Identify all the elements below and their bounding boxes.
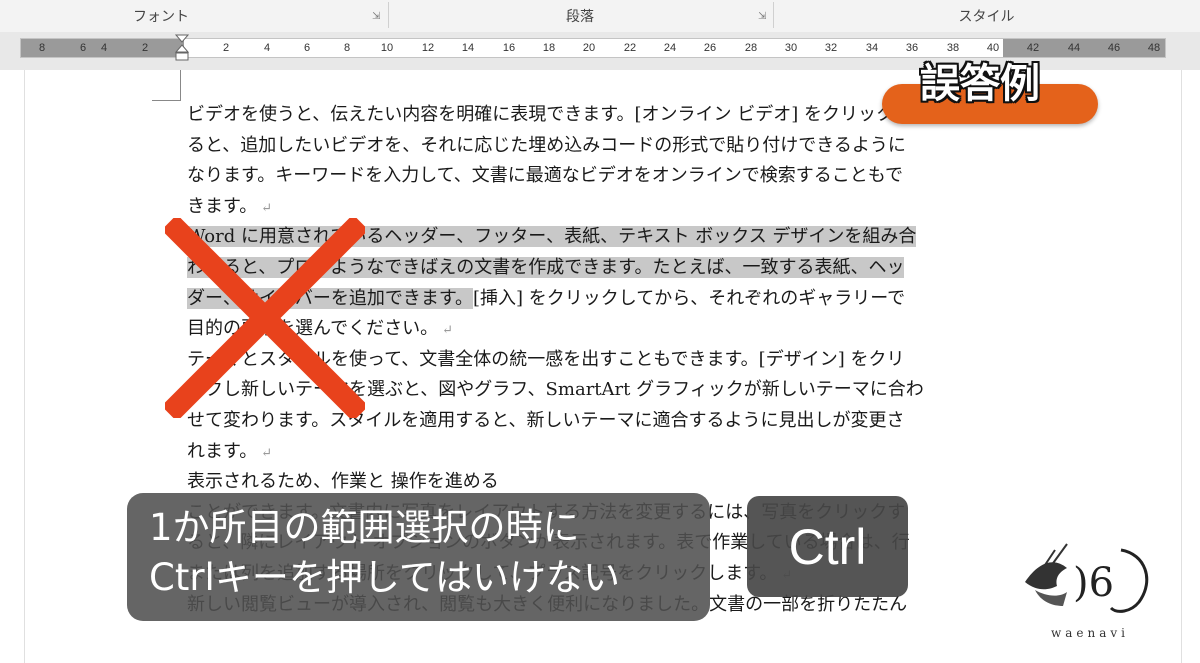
logo-text: waenavi — [1050, 626, 1130, 640]
paragraph-mark-icon: ↵ — [261, 200, 273, 216]
document-line-text: れます。 — [187, 440, 258, 462]
document-line[interactable]: なります。キーワードを入力して、文書に最適なビデオをオンラインで検索することもで — [187, 161, 903, 191]
ruler-tick: 2 — [222, 42, 230, 54]
document-line-text-unselected: [挿入] をクリックしてから、それぞれのギャラリーで — [473, 287, 906, 309]
document-line-text: きます。 — [187, 195, 258, 217]
document-line[interactable]: れます。 ↵ — [187, 437, 272, 467]
ribbon-group-font-label: フォント — [133, 9, 189, 25]
ruler-tick: 10 — [380, 42, 394, 54]
document-line-text: なります。キーワードを入力して、文書に最適なビデオをオンラインで検索することもで — [187, 165, 904, 187]
paragraph-dialog-launcher-icon[interactable]: ⇲ — [758, 11, 766, 22]
document-line-text: ビデオを使うと、伝えたい内容を明確に表現できます。[オンライン ビデオ] をクリ… — [187, 104, 912, 125]
margin-corner-mark — [152, 70, 181, 101]
indent-marker-icon[interactable] — [175, 34, 189, 68]
ruler-tick: 20 — [582, 42, 596, 54]
ctrl-key-label: Ctrl — [788, 518, 867, 575]
document-line[interactable]: ると、追加したいビデオを、それに応じた埋め込みコードの形式で貼り付けできるように — [187, 131, 906, 161]
caption-box: 1か所目の範囲選択の時に Ctrlキーを押してはいけない — [127, 493, 710, 621]
wrong-example-tag: 誤答例 — [920, 61, 1040, 107]
ruler-tick: 48 — [1147, 42, 1161, 54]
cross-mark-icon — [165, 218, 365, 418]
ruler-tick: 8 — [38, 42, 46, 54]
ruler-tick: 26 — [703, 42, 717, 54]
ruler-tick: 16 — [502, 42, 516, 54]
ruler-tick: 24 — [663, 42, 677, 54]
paragraph-mark-icon: ↵ — [261, 445, 273, 461]
document-line-text: ると、追加したいビデオを、それに応じた埋め込みコードの形式で貼り付けできるように — [187, 134, 906, 156]
font-dialog-launcher-icon[interactable]: ⇲ — [372, 11, 380, 22]
paragraph-mark-icon: ↵ — [442, 323, 454, 339]
ruler-tick: 18 — [542, 42, 556, 54]
ruler-tick: 4 — [263, 42, 271, 54]
ruler-tick: 2 — [141, 42, 149, 54]
ruler-tick: 12 — [421, 42, 435, 54]
waenavi-logo-icon: )6 — [1025, 543, 1149, 613]
ribbon-group-styles-label: スタイル — [958, 9, 1015, 25]
document-line-text: 表示されるため、作業と 操作を進める — [187, 471, 499, 493]
ruler-tick: 46 — [1107, 42, 1121, 54]
ruler-tick: 22 — [623, 42, 637, 54]
svg-text:)6: )6 — [1073, 560, 1114, 606]
ribbon-group-bar: フォント ⇲ 段落 ⇲ スタイル — [0, 0, 1200, 33]
ribbon-group-styles: スタイル — [773, 0, 1200, 32]
caption-line-2: Ctrlキーを押してはいけない — [149, 556, 620, 599]
ruler-tick: 4 — [100, 42, 108, 54]
ribbon-group-paragraph-label: 段落 — [566, 9, 594, 25]
ribbon-group-font: フォント — [0, 0, 322, 32]
ruler-tick: 6 — [303, 42, 311, 54]
ruler-tick: 32 — [824, 42, 838, 54]
ruler-tick: 30 — [784, 42, 798, 54]
ruler-tick: 8 — [343, 42, 351, 54]
document-line[interactable]: ビデオを使うと、伝えたい内容を明確に表現できます。[オンライン ビデオ] をクリ… — [187, 100, 912, 130]
ctrl-key-badge: Ctrl — [747, 496, 908, 597]
caption-line-1: 1か所目の範囲選択の時に — [149, 506, 580, 549]
ruler-tick: 14 — [461, 42, 475, 54]
ruler-tick: 28 — [744, 42, 758, 54]
ribbon-group-paragraph: 段落 — [388, 0, 772, 32]
